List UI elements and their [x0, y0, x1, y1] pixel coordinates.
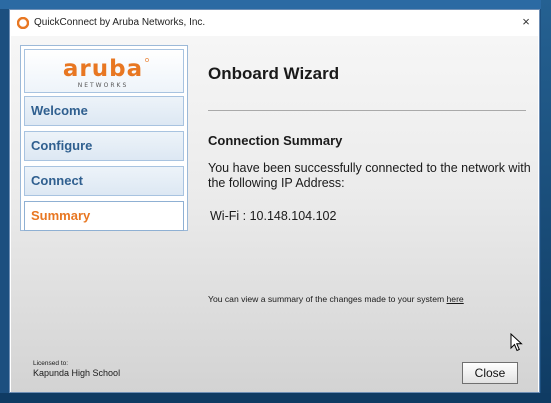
licensee-name: Kapunda High School	[33, 368, 121, 378]
nav-item-configure[interactable]: Configure	[24, 131, 184, 161]
logo-registered-mark	[145, 58, 149, 62]
title-bar: QuickConnect by Aruba Networks, Inc. ×	[10, 10, 539, 36]
window-title: QuickConnect by Aruba Networks, Inc.	[34, 17, 206, 28]
nav-item-summary[interactable]: Summary	[24, 201, 184, 231]
desktop-background-right	[541, 0, 551, 403]
summary-description: You can view a summary of the changes ma…	[208, 294, 447, 304]
close-button[interactable]: Close	[462, 362, 518, 384]
licensed-label: Licensed to:	[33, 360, 69, 367]
quickconnect-window: QuickConnect by Aruba Networks, Inc. × a…	[9, 9, 540, 393]
desktop-background-bottom	[0, 393, 551, 403]
wizard-body: aruba NETWORKS Welcome Configure Connect…	[11, 36, 538, 392]
nav-item-connect[interactable]: Connect	[24, 166, 184, 196]
logo-panel: aruba NETWORKS	[24, 49, 184, 93]
aruba-networks-logo: aruba NETWORKS	[63, 56, 149, 89]
nav-item-welcome[interactable]: Welcome	[24, 96, 184, 126]
success-message: You have been successfully connected to …	[208, 161, 531, 190]
aruba-logo-icon	[17, 17, 29, 29]
wizard-sidebar: aruba NETWORKS Welcome Configure Connect…	[20, 45, 188, 231]
logo-brand: aruba	[63, 56, 143, 82]
summary-link[interactable]: here	[447, 294, 464, 304]
desktop-background	[0, 0, 551, 9]
title-divider	[208, 110, 526, 111]
logo-tagline: NETWORKS	[78, 82, 129, 89]
close-icon[interactable]: ×	[519, 15, 533, 29]
wizard-title: Onboard Wizard	[208, 64, 340, 83]
ip-address: Wi-Fi : 10.148.104.102	[210, 209, 337, 223]
summary-text: You can view a summary of the changes ma…	[208, 294, 464, 304]
mouse-pointer-icon	[510, 333, 523, 352]
section-title: Connection Summary	[208, 133, 343, 148]
